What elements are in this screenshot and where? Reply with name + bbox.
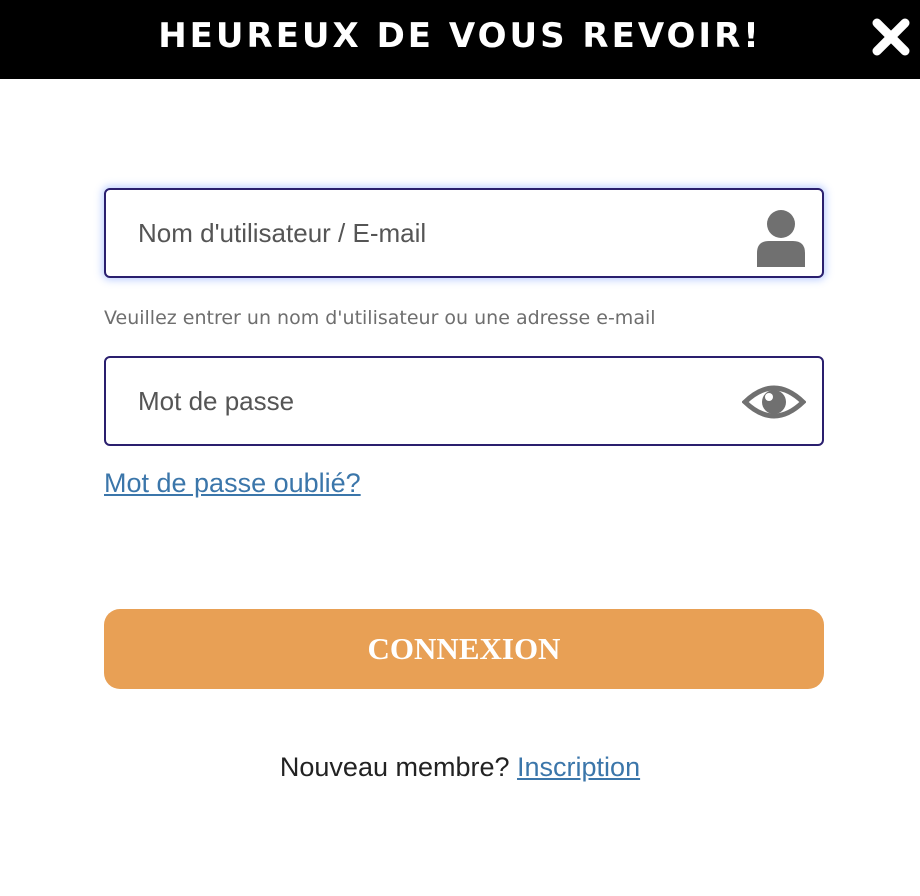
signup-row: Nouveau membre? Inscription (0, 752, 920, 783)
username-hint: Veuillez entrer un nom d'utilisateur ou … (104, 307, 656, 329)
signup-link[interactable]: Inscription (517, 752, 640, 782)
password-field (104, 356, 824, 446)
eye-icon[interactable] (742, 380, 806, 424)
modal-header: HEUREUX DE VOUS REVOIR! (0, 0, 920, 79)
forgot-password-link[interactable]: Mot de passe oublié? (104, 468, 361, 499)
password-input[interactable] (138, 358, 718, 444)
login-modal: HEUREUX DE VOUS REVOIR! Veuillez entrer … (0, 0, 920, 896)
signup-prompt: Nouveau membre? (279, 752, 510, 782)
username-input[interactable] (138, 190, 718, 276)
user-icon (756, 209, 806, 267)
close-icon (868, 14, 914, 60)
modal-title: HEUREUX DE VOUS REVOIR! (158, 16, 762, 56)
username-field (104, 188, 824, 278)
close-button[interactable] (868, 14, 914, 60)
login-button[interactable]: CONNEXION (104, 609, 824, 689)
